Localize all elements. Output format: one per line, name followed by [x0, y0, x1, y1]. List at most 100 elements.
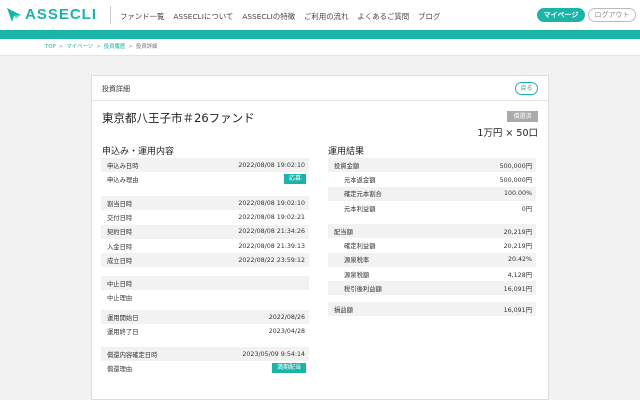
detail-row-value: 2023/04/28 — [268, 327, 305, 335]
results-group-3: 損益額 16,091円 — [328, 302, 536, 317]
detail-row-label: 運用開始日 — [107, 314, 139, 322]
breadcrumb-mypage[interactable]: マイページ — [66, 44, 93, 50]
application-group-2: 割当日時 2022/08/08 19:02:10 交付日時 2022/08/08 19… — [101, 196, 309, 268]
detail-row: 運用開始日 2022/08/26 — [101, 310, 309, 325]
detail-row: 契約日時 2022/08/08 21:34:26 — [101, 224, 309, 239]
logo-icon — [6, 7, 22, 23]
breadcrumb-history[interactable]: 投資履歴 — [104, 44, 126, 50]
detail-row-value: 0円 — [521, 205, 532, 213]
detail-row: 源泉税率 20.42% — [328, 252, 536, 267]
detail-row-label: 税引後利益額 — [344, 285, 382, 293]
nav-item-faq[interactable]: よくあるご質問 — [357, 11, 409, 22]
detail-row-value: 20,219円 — [503, 228, 532, 236]
header-divider — [110, 6, 111, 24]
detail-row-label: 申込み日時 — [107, 162, 139, 170]
nav-item-blog[interactable]: ブログ — [418, 11, 440, 22]
detail-row-value: 500,000円 — [499, 162, 532, 170]
detail-row-label: 運用終了日 — [107, 328, 139, 336]
detail-row: 運用終了日 2023/04/28 — [101, 324, 309, 338]
detail-row: 償還内容確定日時 2023/05/09 9:54:14 — [101, 347, 309, 362]
investment-detail-card: 投資詳細 戻る 東京都八王子市＃26ファンド 償還済 1万円 × 50口 申込み… — [91, 75, 549, 400]
detail-row-label: 成立日時 — [107, 257, 133, 265]
detail-row: 元本返金額 500,000円 — [328, 172, 536, 186]
detail-row: 中止理由 — [101, 290, 309, 304]
application-group-1: 申込み日時 2022/08/08 19:02:10 申込み理由 応募 — [101, 158, 309, 187]
detail-row-label: 割当日時 — [107, 200, 133, 208]
detail-row: 割当日時 2022/08/08 19:02:10 — [101, 196, 309, 211]
detail-row-label: 確定元本割合 — [344, 191, 382, 199]
detail-row-value: 2023/05/09 9:54:14 — [242, 350, 305, 358]
breadcrumb-separator: > — [96, 44, 101, 50]
detail-row-label: 中止理由 — [107, 294, 133, 302]
detail-row-label: 損益額 — [334, 306, 353, 314]
detail-row-label: 交付日時 — [107, 214, 133, 222]
detail-row-value: 20,219円 — [503, 242, 532, 250]
mypage-button[interactable]: マイページ — [537, 8, 585, 22]
nav-item-about[interactable]: ASSECLIについて — [173, 11, 233, 22]
reason-tag: 応募 — [283, 174, 306, 185]
application-section-title: 申込み・運用内容 — [102, 147, 175, 157]
detail-row-value: 2022/08/08 21:34:26 — [238, 228, 305, 236]
card-title: 投資詳細 — [102, 85, 130, 93]
application-group-4: 運用開始日 2022/08/26 運用終了日 2023/04/28 — [101, 310, 309, 339]
detail-row-value: 500,000円 — [499, 176, 532, 184]
detail-row: 配当額 20,219円 — [328, 224, 536, 239]
detail-row-value: 4,128円 — [507, 271, 532, 279]
detail-row: 中止日時 — [101, 276, 309, 291]
detail-row-label: 源泉税率 — [344, 257, 370, 265]
detail-row-label: 元本利益額 — [344, 205, 376, 213]
breadcrumb: TOP > マイページ > 投資履歴 > 投資詳細 — [0, 39, 640, 56]
logo-text: ASSECLI — [25, 6, 98, 23]
detail-row: 確定元本割合 100.00% — [328, 186, 536, 201]
detail-row-label: 申込み理由 — [107, 176, 139, 184]
detail-row-label: 元本返金額 — [344, 176, 376, 184]
breadcrumb-separator: > — [128, 44, 133, 50]
detail-row-label: 償還内容確定日時 — [107, 351, 158, 359]
detail-row-label: 源泉税額 — [344, 271, 370, 279]
logo[interactable]: ASSECLI — [6, 6, 97, 23]
detail-row: 入金日時 2022/08/08 21:39:13 — [101, 239, 309, 253]
logout-button[interactable]: ログアウト — [588, 8, 636, 22]
detail-row-value: 100.00% — [503, 190, 532, 198]
breadcrumb-top[interactable]: TOP — [45, 44, 56, 50]
detail-row-value: 2022/08/08 21:39:13 — [238, 242, 305, 250]
nav-item-features[interactable]: ASSECLIの特徴 — [242, 11, 295, 22]
nav-item-flow[interactable]: ご利用の流れ — [304, 11, 348, 22]
results-section-title: 運用結果 — [328, 147, 365, 157]
detail-row-label: 中止日時 — [107, 280, 133, 288]
detail-row: 成立日時 2022/08/22 23:59:12 — [101, 253, 309, 268]
detail-row-value: 2022/08/22 23:59:12 — [238, 256, 305, 264]
detail-row: 申込み日時 2022/08/08 19:02:10 — [101, 158, 309, 173]
detail-row-value: 2022/08/08 19:02:10 — [238, 199, 305, 207]
detail-row-value: 2022/08/26 — [268, 313, 305, 321]
detail-row-label: 入金日時 — [107, 243, 133, 251]
breadcrumb-separator: > — [58, 44, 64, 50]
detail-row: 償還理由 満期配当 — [101, 361, 309, 375]
detail-row: 申込み理由 応募 — [101, 172, 309, 186]
detail-row: 源泉税額 4,128円 — [328, 267, 536, 281]
detail-row: 元本利益額 0円 — [328, 201, 536, 215]
detail-row-value: 2022/08/08 19:02:21 — [238, 213, 305, 221]
application-group-5: 償還内容確定日時 2023/05/09 9:54:14 償還理由 満期配当 — [101, 347, 309, 376]
main-nav: ファンド一覧 ASSECLIについて ASSECLIの特徴 ご利用の流れ よくあ… — [120, 11, 440, 22]
status-badge: 償還済 — [507, 111, 538, 122]
detail-row: 確定利益額 20,219円 — [328, 238, 536, 252]
reason-tag: 満期配当 — [271, 363, 306, 374]
back-button[interactable]: 戻る — [515, 82, 538, 95]
detail-row-label: 配当額 — [334, 228, 353, 236]
results-group-1: 投資金額 500,000円元本返金額 500,000円確定元本割合 100.00% 元本… — [328, 158, 536, 215]
detail-row-value: 16,091円 — [503, 285, 532, 293]
breadcrumb-current: 投資詳細 — [135, 44, 158, 50]
detail-row-label: 契約日時 — [107, 229, 133, 237]
application-group-3: 中止日時 中止理由 — [101, 276, 309, 305]
fund-name: 東京都八王子市＃26ファンド — [102, 111, 255, 125]
header-accent-bar — [0, 30, 640, 39]
detail-row: 損益額 16,091円 — [328, 302, 536, 317]
detail-row-value: 16,091円 — [503, 306, 532, 314]
investment-units: 1万円 × 50口 — [477, 128, 538, 139]
results-group-2: 配当額 20,219円 確定利益額 20,219円 源泉税率 20.42% 源泉税額 4,12… — [328, 224, 536, 296]
detail-row: 投資金額 500,000円 — [328, 158, 536, 173]
detail-row-value: 2022/08/08 19:02:10 — [238, 161, 305, 169]
nav-item-fund-list[interactable]: ファンド一覧 — [120, 11, 164, 22]
site-header: ASSECLI ファンド一覧 ASSECLIについて ASSECLIの特徴 ご利… — [0, 0, 640, 30]
